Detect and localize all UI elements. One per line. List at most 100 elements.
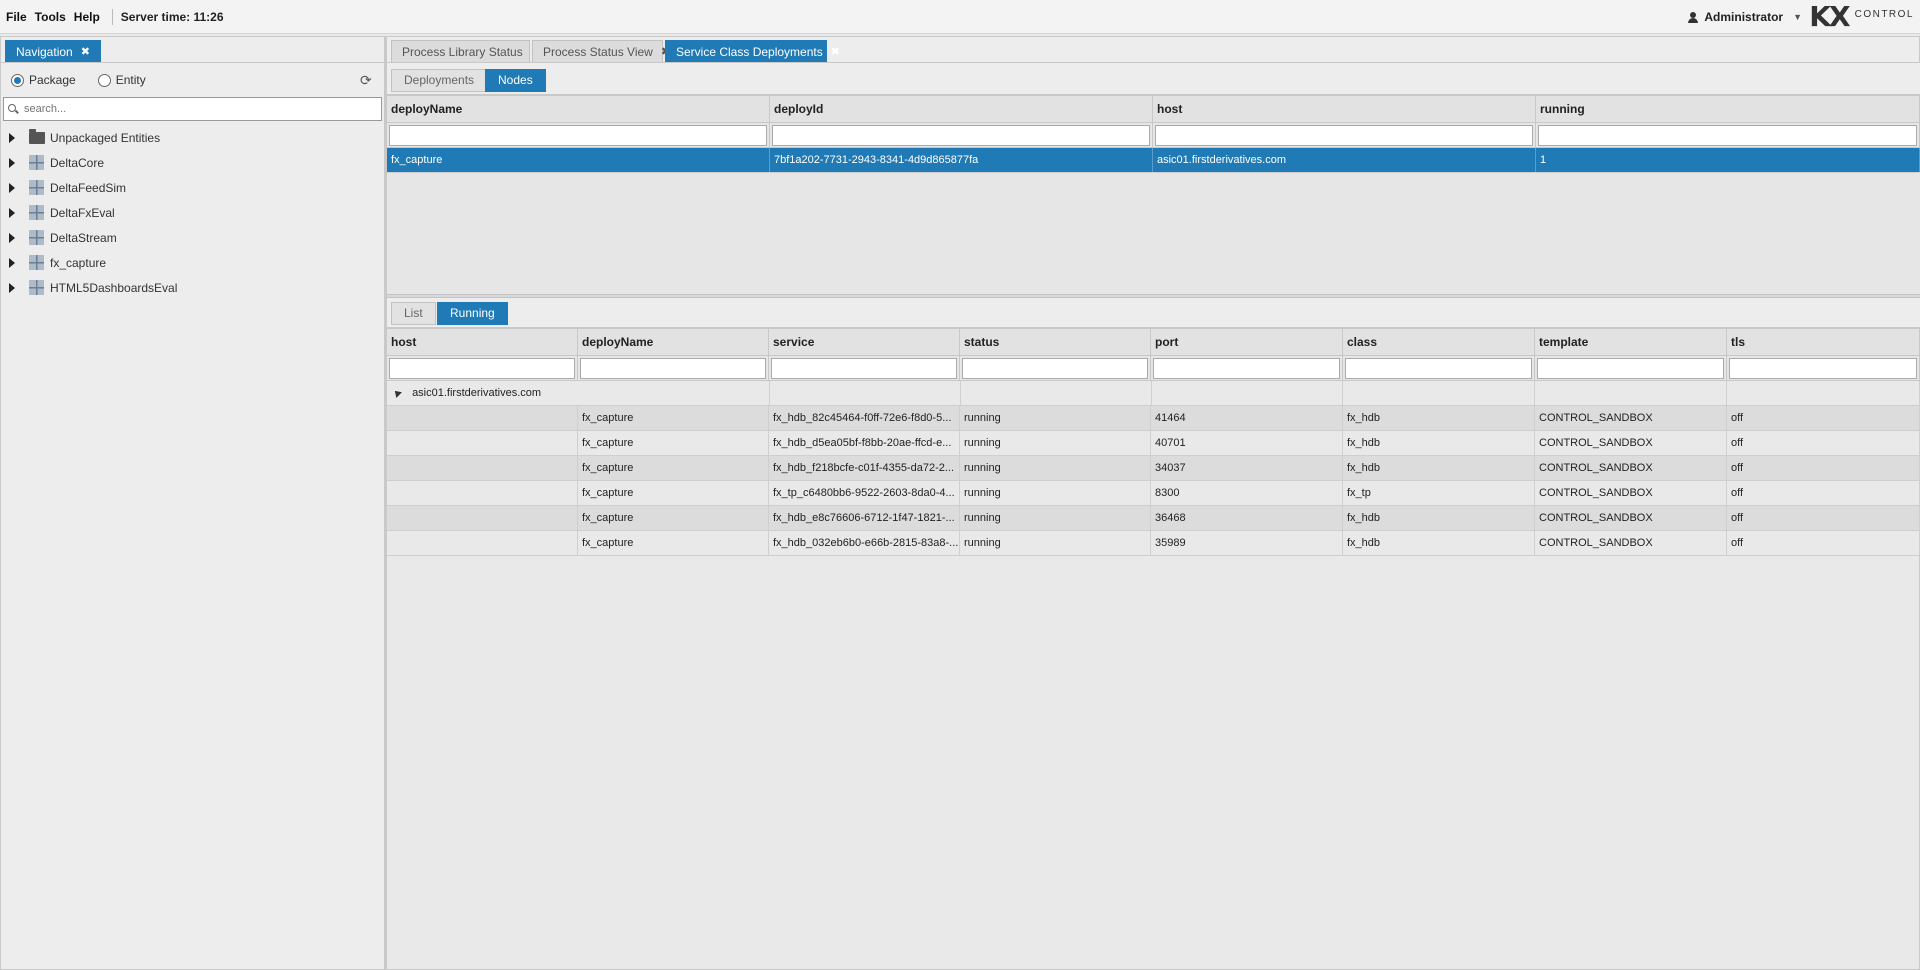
menu-tools[interactable]: Tools bbox=[29, 10, 66, 24]
filter-cell bbox=[1343, 356, 1535, 380]
tab-service-class-deployments[interactable]: Service Class Deployments ✖ bbox=[665, 40, 840, 62]
filter-input-template[interactable] bbox=[1537, 358, 1724, 379]
tab-process-library-status[interactable]: Process Library Status ✖ bbox=[391, 40, 540, 62]
search-icon bbox=[8, 104, 18, 114]
table-row[interactable]: fx_capture fx_hdb_e8c76606-6712-1f47-182… bbox=[387, 506, 1920, 531]
column-header-deployname[interactable]: deployName bbox=[578, 329, 769, 355]
cell-class: fx_hdb bbox=[1343, 531, 1535, 555]
column-header-tls[interactable]: tls bbox=[1727, 329, 1920, 355]
column-header-class[interactable]: class bbox=[1343, 329, 1535, 355]
radio-entity[interactable]: Entity bbox=[97, 73, 146, 87]
column-header-deployid[interactable]: deployId bbox=[770, 96, 1153, 122]
kx-control-logo: KX CONTROL bbox=[1809, 3, 1914, 31]
collapse-icon[interactable] bbox=[392, 388, 402, 399]
filter-cell bbox=[769, 356, 960, 380]
menu-file[interactable]: File bbox=[0, 10, 27, 24]
tree-item-fx-capture[interactable]: fx_capture bbox=[1, 250, 384, 275]
column-header-port[interactable]: port bbox=[1151, 329, 1343, 355]
filter-input-deployname[interactable] bbox=[580, 358, 766, 379]
cell-class: fx_hdb bbox=[1343, 506, 1535, 530]
expand-arrow-icon[interactable] bbox=[9, 232, 15, 243]
tree-item-deltafeedsim[interactable]: DeltaFeedSim bbox=[1, 175, 384, 200]
tree-item-deltastream[interactable]: DeltaStream bbox=[1, 225, 384, 250]
filter-input-deployid[interactable] bbox=[772, 125, 1150, 146]
filter-input-tls[interactable] bbox=[1729, 358, 1917, 379]
tab-list[interactable]: List bbox=[391, 302, 436, 325]
filter-input-running[interactable] bbox=[1538, 125, 1917, 146]
refresh-icon[interactable]: ⟳ bbox=[360, 73, 374, 87]
expand-arrow-icon[interactable] bbox=[9, 182, 15, 193]
radio-package-dot[interactable] bbox=[11, 73, 24, 87]
table-row[interactable]: fx_capture fx_hdb_f218bcfe-c01f-4355-da7… bbox=[387, 456, 1920, 481]
filter-input-service[interactable] bbox=[771, 358, 957, 379]
filter-cell bbox=[960, 356, 1151, 380]
expand-arrow-icon[interactable] bbox=[9, 157, 15, 168]
user-menu[interactable]: Administrator ▼ bbox=[1688, 0, 1802, 34]
cell-template: CONTROL_SANDBOX bbox=[1535, 506, 1727, 530]
cell-port: 40701 bbox=[1151, 431, 1343, 455]
cell-status: running bbox=[960, 481, 1151, 505]
nodes-filter-row bbox=[387, 123, 1920, 148]
column-header-service[interactable]: service bbox=[769, 329, 960, 355]
tree-item-deltacore[interactable]: DeltaCore bbox=[1, 150, 384, 175]
expand-arrow-icon[interactable] bbox=[9, 207, 15, 218]
search-input[interactable] bbox=[24, 103, 364, 115]
column-header-host[interactable]: host bbox=[387, 329, 578, 355]
cell-host bbox=[387, 431, 578, 455]
table-row[interactable]: fx_capture fx_tp_c6480bb6-9522-2603-8da0… bbox=[387, 481, 1920, 506]
cell-status: running bbox=[960, 431, 1151, 455]
close-icon[interactable]: ✖ bbox=[831, 41, 840, 63]
tree-item-deltafxeval[interactable]: DeltaFxEval bbox=[1, 200, 384, 225]
radio-package[interactable]: Package bbox=[11, 73, 76, 87]
tree-item-label: HTML5DashboardsEval bbox=[50, 280, 178, 295]
tab-running[interactable]: Running bbox=[437, 302, 508, 325]
filter-input-status[interactable] bbox=[962, 358, 1148, 379]
tree-item-html5dashboardseval[interactable]: HTML5DashboardsEval bbox=[1, 275, 384, 300]
package-icon bbox=[29, 155, 44, 170]
user-icon bbox=[1688, 12, 1699, 23]
cell-status: running bbox=[960, 406, 1151, 430]
column-header-running[interactable]: running bbox=[1536, 96, 1920, 122]
table-row[interactable]: fx_capture fx_hdb_032eb6b0-e66b-2815-83a… bbox=[387, 531, 1920, 556]
cell-class: fx_hdb bbox=[1343, 431, 1535, 455]
cell-port: 35989 bbox=[1151, 531, 1343, 555]
expand-arrow-icon[interactable] bbox=[9, 257, 15, 268]
filter-cell bbox=[1153, 123, 1536, 147]
tab-navigation[interactable]: Navigation ✖ bbox=[5, 40, 101, 62]
empty-cell bbox=[1152, 381, 1344, 405]
filter-input-deployname[interactable] bbox=[389, 125, 767, 146]
menu-help[interactable]: Help bbox=[68, 10, 100, 24]
caret-down-icon[interactable]: ▼ bbox=[1793, 12, 1802, 22]
cell-status: running bbox=[960, 531, 1151, 555]
radio-entity-dot[interactable] bbox=[97, 73, 111, 87]
tree-item-label: Unpackaged Entities bbox=[50, 130, 161, 145]
filter-input-port[interactable] bbox=[1153, 358, 1340, 379]
column-header-template[interactable]: template bbox=[1535, 329, 1727, 355]
filter-input-class[interactable] bbox=[1345, 358, 1532, 379]
cell-deployname: fx_capture bbox=[578, 506, 769, 530]
table-row[interactable]: fx_capture fx_hdb_d5ea05bf-f8bb-20ae-ffc… bbox=[387, 431, 1920, 456]
group-row[interactable]: asic01.firstderivatives.com bbox=[387, 381, 1920, 406]
main-tabstrip: Process Library Status ✖ Process Status … bbox=[387, 37, 1919, 63]
cell-tls: off bbox=[1727, 531, 1920, 555]
cell-template: CONTROL_SANDBOX bbox=[1535, 531, 1727, 555]
column-header-deployname[interactable]: deployName bbox=[387, 96, 770, 122]
column-header-status[interactable]: status bbox=[960, 329, 1151, 355]
cell-service: fx_hdb_82c45464-f0ff-72e6-f8d0-5... bbox=[769, 406, 960, 430]
filter-cell bbox=[578, 356, 769, 380]
expand-arrow-icon[interactable] bbox=[9, 282, 15, 293]
column-header-host[interactable]: host bbox=[1153, 96, 1536, 122]
filter-input-host[interactable] bbox=[389, 358, 575, 379]
package-icon bbox=[29, 205, 44, 220]
filter-input-host[interactable] bbox=[1155, 125, 1533, 146]
empty-cell bbox=[1727, 381, 1920, 405]
tab-deployments[interactable]: Deployments bbox=[391, 69, 488, 92]
tab-nodes[interactable]: Nodes bbox=[485, 69, 546, 92]
table-row[interactable]: fx_capture 7bf1a202-7731-2943-8341-4d9d8… bbox=[387, 148, 1920, 173]
expand-arrow-icon[interactable] bbox=[9, 132, 15, 143]
table-row[interactable]: fx_capture fx_hdb_82c45464-f0ff-72e6-f8d… bbox=[387, 406, 1920, 431]
close-icon[interactable]: ✖ bbox=[81, 41, 90, 63]
cell-tls: off bbox=[1727, 506, 1920, 530]
tab-process-status-view[interactable]: Process Status View ✖ bbox=[532, 40, 670, 62]
tree-item-unpackaged-entities[interactable]: Unpackaged Entities bbox=[1, 125, 384, 150]
